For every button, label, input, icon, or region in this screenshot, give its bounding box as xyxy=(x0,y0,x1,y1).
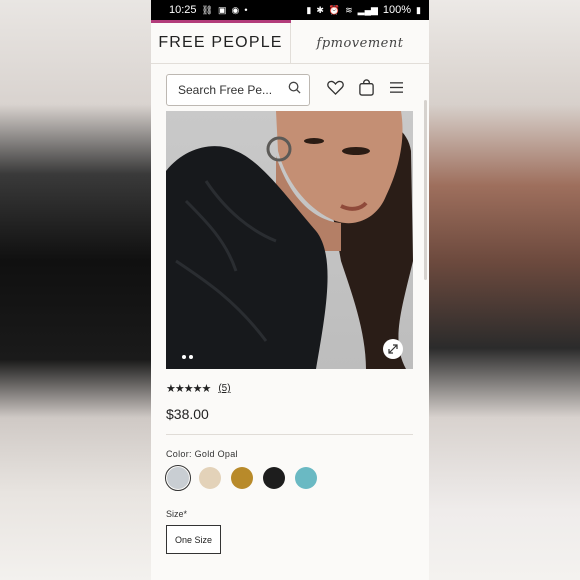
product-price: $38.00 xyxy=(166,406,209,422)
nav-icons xyxy=(327,79,404,101)
review-count-link[interactable]: (5) xyxy=(218,383,230,394)
color-swatches xyxy=(165,465,317,491)
phone-screen: 10:25 ⛓ ▣ ◉ • ▮ ✱ ⏰ ≋ ▂▄▆ 100% ▮ FREE PE… xyxy=(151,0,429,580)
link-icon: ⛓ xyxy=(201,4,213,15)
rating-stars: ★★★★★ xyxy=(166,383,211,395)
wifi-icon: ≋ xyxy=(345,4,353,15)
carousel-dots[interactable] xyxy=(182,355,193,359)
search-icon[interactable] xyxy=(288,81,301,99)
divider xyxy=(166,434,413,435)
blurred-background-left xyxy=(0,0,151,580)
notification-dot-icon: • xyxy=(244,4,248,15)
color-swatch-gold[interactable] xyxy=(231,467,253,489)
size-option-button[interactable]: One Size xyxy=(166,525,221,554)
size-label: Size* xyxy=(166,509,188,519)
brand-row: FREE PEOPLE fpmovement xyxy=(151,23,429,64)
color-label: Color: Gold Opal xyxy=(166,449,238,459)
bag-icon[interactable] xyxy=(358,79,375,101)
sub-brand-logo[interactable]: fpmovement xyxy=(291,23,429,63)
search-box[interactable] xyxy=(166,74,310,106)
signal-icon: ▂▄▆ xyxy=(357,4,378,15)
carousel-dot[interactable] xyxy=(189,355,193,359)
product-image[interactable] xyxy=(166,111,413,369)
search-input[interactable] xyxy=(178,83,278,97)
color-swatch-gold-opal[interactable] xyxy=(165,465,191,491)
app-icon: ◉ xyxy=(231,4,240,15)
alarm-icon: ⏰ xyxy=(328,4,341,15)
product-photo xyxy=(166,111,413,369)
bluetooth-icon: ✱ xyxy=(316,4,324,15)
rating: ★★★★★ (5) xyxy=(166,382,231,395)
color-swatch-black[interactable] xyxy=(263,467,285,489)
lock-icon: ▮ xyxy=(306,4,312,15)
expand-icon xyxy=(388,344,398,354)
battery-percent: 100% xyxy=(382,4,412,16)
image-icon: ▣ xyxy=(217,4,227,15)
battery-icon: ▮ xyxy=(416,4,421,15)
scrollbar[interactable] xyxy=(424,100,427,280)
carousel-dot[interactable] xyxy=(182,355,186,359)
color-swatch-cream[interactable] xyxy=(199,467,221,489)
color-swatch-turquoise[interactable] xyxy=(295,467,317,489)
heart-icon[interactable] xyxy=(327,80,344,100)
status-bar: 10:25 ⛓ ▣ ◉ • ▮ ✱ ⏰ ≋ ▂▄▆ 100% ▮ xyxy=(151,0,429,20)
menu-icon[interactable] xyxy=(389,81,404,99)
blurred-background-right xyxy=(429,0,580,580)
brand-logo[interactable]: FREE PEOPLE xyxy=(151,23,291,63)
expand-image-button[interactable] xyxy=(383,339,403,359)
status-time: 10:25 xyxy=(169,4,197,16)
search-row xyxy=(151,64,429,110)
